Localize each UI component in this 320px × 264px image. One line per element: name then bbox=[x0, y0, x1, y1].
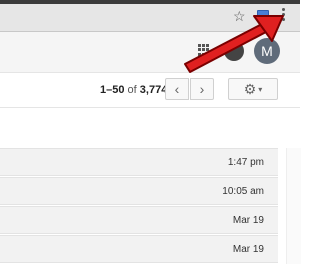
gear-icon: ⚙ bbox=[243, 81, 257, 97]
mail-time: 1:47 pm bbox=[227, 157, 264, 168]
star-icon[interactable]: ☆ bbox=[233, 8, 246, 24]
browser-toolbar bbox=[0, 0, 300, 32]
list-item[interactable]: 10:05 am bbox=[0, 177, 278, 205]
scrollbar[interactable] bbox=[286, 148, 301, 264]
mail-time: Mar 19 bbox=[232, 244, 264, 255]
total-count: 3,774 bbox=[139, 84, 168, 96]
older-page-button[interactable]: ‹ bbox=[165, 78, 189, 100]
chevron-left-icon: ‹ bbox=[174, 81, 180, 97]
mail-time: Mar 19 bbox=[232, 215, 264, 226]
chevron-down-icon: ▾ bbox=[258, 85, 263, 94]
mail-time: 10:05 am bbox=[222, 186, 264, 197]
list-item[interactable]: 1:47 pm bbox=[0, 148, 278, 176]
settings-button[interactable]: ⚙ ▾ bbox=[228, 78, 278, 100]
page-range: 1–50 bbox=[100, 84, 125, 96]
list-item[interactable]: Mar 19 bbox=[0, 235, 278, 263]
chevron-right-icon: › bbox=[199, 81, 205, 97]
notifications-icon[interactable] bbox=[224, 41, 244, 61]
avatar[interactable]: M bbox=[254, 38, 280, 64]
pagination-of: of bbox=[127, 84, 137, 96]
apps-icon[interactable] bbox=[198, 44, 210, 56]
extension-icon[interactable] bbox=[257, 10, 269, 22]
window-top-strip bbox=[0, 0, 300, 4]
chrome-menu-icon[interactable] bbox=[282, 8, 286, 22]
newer-page-button[interactable]: › bbox=[190, 78, 214, 100]
list-item[interactable]: Mar 19 bbox=[0, 206, 278, 234]
pagination-label: 1–50 of 3,774 bbox=[100, 84, 167, 96]
